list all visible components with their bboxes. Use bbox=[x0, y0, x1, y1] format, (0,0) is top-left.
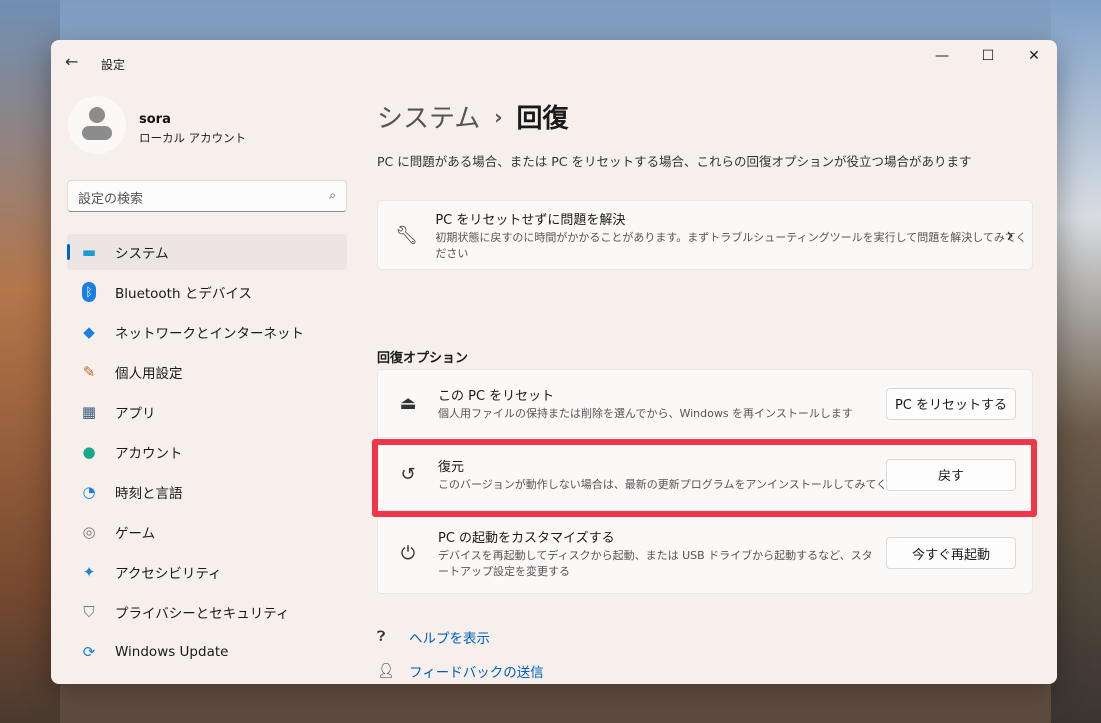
minimize-button[interactable]: — bbox=[919, 40, 965, 72]
help-link[interactable]: ❓︎ ヘルプを表示 bbox=[377, 627, 490, 647]
search-placeholder: 設定の検索 bbox=[78, 192, 144, 207]
sidebar-item-label: Bluetooth とデバイス bbox=[115, 286, 252, 302]
chevron-right-icon: › bbox=[1006, 223, 1014, 247]
maximize-button[interactable]: ☐ bbox=[965, 40, 1011, 72]
app-title: 設定 bbox=[101, 58, 126, 72]
reset-pc-icon: ⏏ bbox=[399, 393, 417, 414]
nav-list: ▬ システム ᛒ Bluetooth とデバイス ◆ ネットワークとインターネット ✎… bbox=[67, 234, 347, 674]
accessibility-icon: ✦ bbox=[82, 563, 96, 581]
breadcrumb-parent[interactable]: システム bbox=[377, 104, 480, 134]
shield-icon: ⛉ bbox=[83, 603, 95, 621]
feedback-link[interactable]: 👤︎ フィードバックの送信 bbox=[377, 661, 544, 681]
title-bar: ← 設定 — ☐ ✕ bbox=[51, 40, 1057, 84]
feedback-link-label: フィードバックの送信 bbox=[409, 665, 544, 681]
wallpaper-right bbox=[1051, 0, 1101, 723]
feedback-icon: 👤︎ bbox=[377, 663, 395, 679]
option-reset-pc: ⏏ この PC をリセット個人用ファイルの保持または削除を選んでから、Windo… bbox=[378, 370, 1032, 438]
wrench-icon: 🔧︎ bbox=[395, 224, 419, 246]
bluetooth-icon: ᛒ bbox=[82, 282, 96, 302]
sidebar-item-label: ネットワークとインターネット bbox=[115, 326, 304, 342]
account-type: ローカル アカウント bbox=[139, 131, 247, 145]
option-subtitle: 個人用ファイルの保持または削除を選んでから、Windows を再インストールしま… bbox=[438, 407, 853, 421]
search-input[interactable]: 設定の検索 ⌕ bbox=[67, 180, 347, 212]
gamepad-icon: ◎ bbox=[82, 523, 96, 541]
help-icon: ❓︎ bbox=[377, 629, 386, 645]
power-gear-icon: ⏻ bbox=[400, 542, 416, 564]
highlight-box bbox=[372, 439, 1037, 517]
sidebar-item-label: アクセシビリティ bbox=[115, 566, 222, 582]
sidebar-item-gaming[interactable]: ◎ ゲーム bbox=[67, 514, 347, 550]
sidebar-item-apps[interactable]: ▦ アプリ bbox=[67, 394, 347, 430]
sidebar-item-label: 個人用設定 bbox=[115, 366, 183, 382]
system-icon: ▬ bbox=[81, 243, 97, 261]
search-icon[interactable]: ⌕ bbox=[329, 188, 336, 203]
section-title: 回復オプション bbox=[377, 351, 469, 366]
sidebar-item-system[interactable]: ▬ システム bbox=[67, 234, 347, 270]
page-title: 回復 bbox=[516, 104, 569, 134]
sidebar-item-personalization[interactable]: ✎ 個人用設定 bbox=[67, 354, 347, 390]
option-advanced-startup: ⏻ PC の起動をカスタマイズするデバイスを再起動してディスクから起動、または … bbox=[378, 512, 1032, 594]
sidebar-item-label: アカウント bbox=[115, 446, 183, 462]
help-link-label: ヘルプを表示 bbox=[409, 631, 490, 647]
avatar[interactable] bbox=[68, 96, 126, 154]
breadcrumb: システム › 回復 bbox=[377, 98, 569, 135]
sidebar-item-privacy[interactable]: ⛉ プライバシーとセキュリティ bbox=[67, 594, 347, 630]
main-content: システム › 回復 PC に問題がある場合、または PC をリセットする場合、これら… bbox=[372, 84, 1037, 684]
breadcrumb-separator-icon: › bbox=[494, 105, 503, 129]
sidebar-item-time-language[interactable]: ◔ 時刻と言語 bbox=[67, 474, 347, 510]
sidebar-item-bluetooth[interactable]: ᛒ Bluetooth とデバイス bbox=[67, 274, 347, 310]
sidebar-item-label: 時刻と言語 bbox=[115, 486, 183, 502]
reset-pc-button[interactable]: PC をリセットする bbox=[886, 387, 1016, 420]
settings-window: ← 設定 — ☐ ✕ sora ローカル アカウント 設定の検索 ⌕ ▬ システム… bbox=[51, 40, 1057, 684]
restart-now-button[interactable]: 今すぐ再起動 bbox=[886, 537, 1016, 569]
sidebar-item-label: ゲーム bbox=[115, 526, 156, 542]
option-subtitle: デバイスを再起動してディスクから起動、または USB ドライブから起動するなど、… bbox=[438, 548, 873, 578]
user-name: sora bbox=[139, 112, 171, 127]
sidebar: sora ローカル アカウント 設定の検索 ⌕ ▬ システム ᛒ Bluetooth… bbox=[51, 84, 361, 684]
globe-clock-icon: ◔ bbox=[82, 483, 96, 501]
sidebar-item-label: アプリ bbox=[115, 406, 156, 422]
sidebar-item-label: プライバシーとセキュリティ bbox=[115, 606, 290, 622]
sidebar-item-accessibility[interactable]: ✦ アクセシビリティ bbox=[67, 554, 347, 590]
sidebar-item-label: システム bbox=[115, 246, 169, 262]
option-title: PC の起動をカスタマイズする bbox=[438, 530, 615, 546]
update-icon: ⟳ bbox=[82, 643, 96, 661]
wifi-icon: ◆ bbox=[83, 323, 95, 341]
sidebar-item-label: Windows Update bbox=[115, 644, 229, 660]
troubleshoot-card[interactable]: 🔧︎ PC をリセットせずに問題を解決初期状態に戻すのに時間がかかることがありま… bbox=[377, 200, 1033, 270]
account-icon: ● bbox=[82, 443, 96, 461]
sidebar-item-network[interactable]: ◆ ネットワークとインターネット bbox=[67, 314, 347, 350]
back-arrow-icon[interactable]: ← bbox=[65, 52, 78, 71]
brush-icon: ✎ bbox=[82, 363, 96, 381]
close-button[interactable]: ✕ bbox=[1011, 40, 1057, 72]
apps-icon: ▦ bbox=[81, 403, 97, 421]
troubleshoot-title: PC をリセットせずに問題を解決 bbox=[435, 212, 626, 228]
troubleshoot-subtitle: 初期状態に戻すのに時間がかかることがあります。まずトラブルシューティングツールを… bbox=[435, 230, 1027, 260]
sidebar-item-windows-update[interactable]: ⟳ Windows Update bbox=[67, 634, 347, 670]
page-description: PC に問題がある場合、または PC をリセットする場合、これらの回復オプション… bbox=[377, 154, 972, 169]
option-title: この PC をリセット bbox=[438, 389, 555, 405]
sidebar-item-accounts[interactable]: ● アカウント bbox=[67, 434, 347, 470]
